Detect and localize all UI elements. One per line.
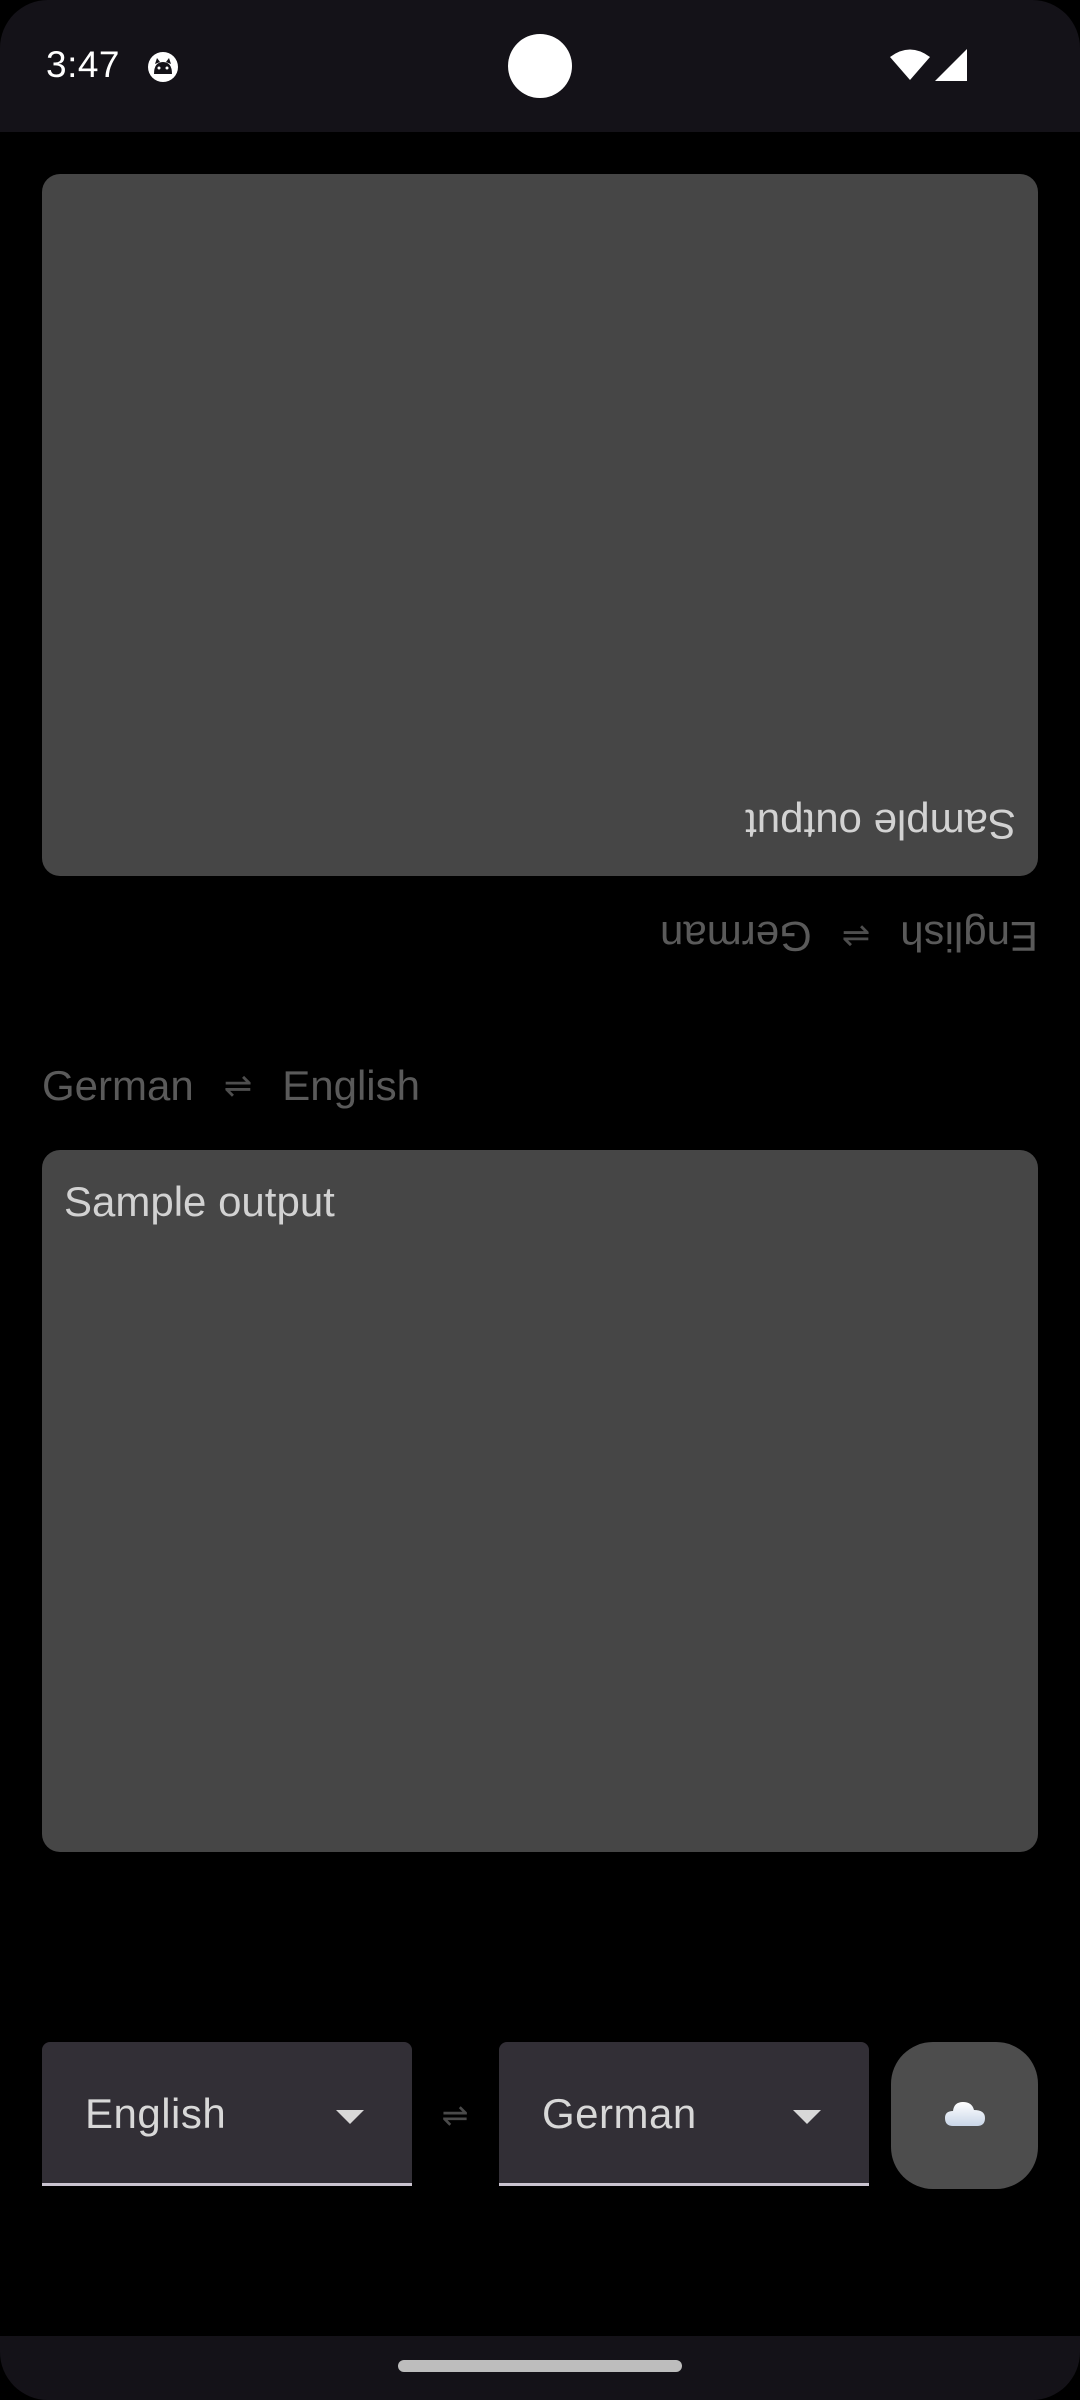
target-language-select[interactable]: German xyxy=(499,2042,869,2186)
target-language-value: German xyxy=(542,2090,697,2137)
bottom-output-panel: Sample output xyxy=(42,1150,1038,1852)
cloud-button[interactable] xyxy=(891,2042,1038,2189)
source-language-value: English xyxy=(85,2090,227,2137)
camera-cutout xyxy=(508,34,572,98)
swap-arrows-icon: ⇌ xyxy=(841,917,871,955)
wifi-icon xyxy=(888,48,932,82)
top-target-language: German xyxy=(660,913,812,960)
dropdown-arrow-icon xyxy=(793,2110,821,2124)
dropdown-arrow-icon xyxy=(336,2110,364,2124)
source-language-select[interactable]: English xyxy=(42,2042,412,2186)
top-output-text: Sample output xyxy=(745,801,1016,848)
top-output-panel: Sample output xyxy=(42,174,1038,876)
swap-arrows-icon: ⇌ xyxy=(223,1067,253,1105)
top-source-language: English xyxy=(900,913,1038,960)
swap-languages-icon[interactable]: ⇌ xyxy=(440,2098,470,2132)
top-language-row: English ⇌ German xyxy=(42,906,1038,966)
status-bar: 3:47 xyxy=(0,0,1080,132)
cloud-icon xyxy=(943,2098,987,2133)
cellular-signal-icon xyxy=(934,48,968,82)
home-gesture-handle[interactable] xyxy=(398,2360,682,2372)
navigation-bar xyxy=(0,2336,1080,2400)
bottom-target-language: English xyxy=(282,1062,420,1109)
cat-icon xyxy=(146,50,180,84)
bottom-source-language: German xyxy=(42,1062,194,1109)
status-time: 3:47 xyxy=(46,44,121,85)
bottom-output-text: Sample output xyxy=(64,1178,335,1225)
bottom-language-row: German ⇌ English xyxy=(42,1056,420,1116)
